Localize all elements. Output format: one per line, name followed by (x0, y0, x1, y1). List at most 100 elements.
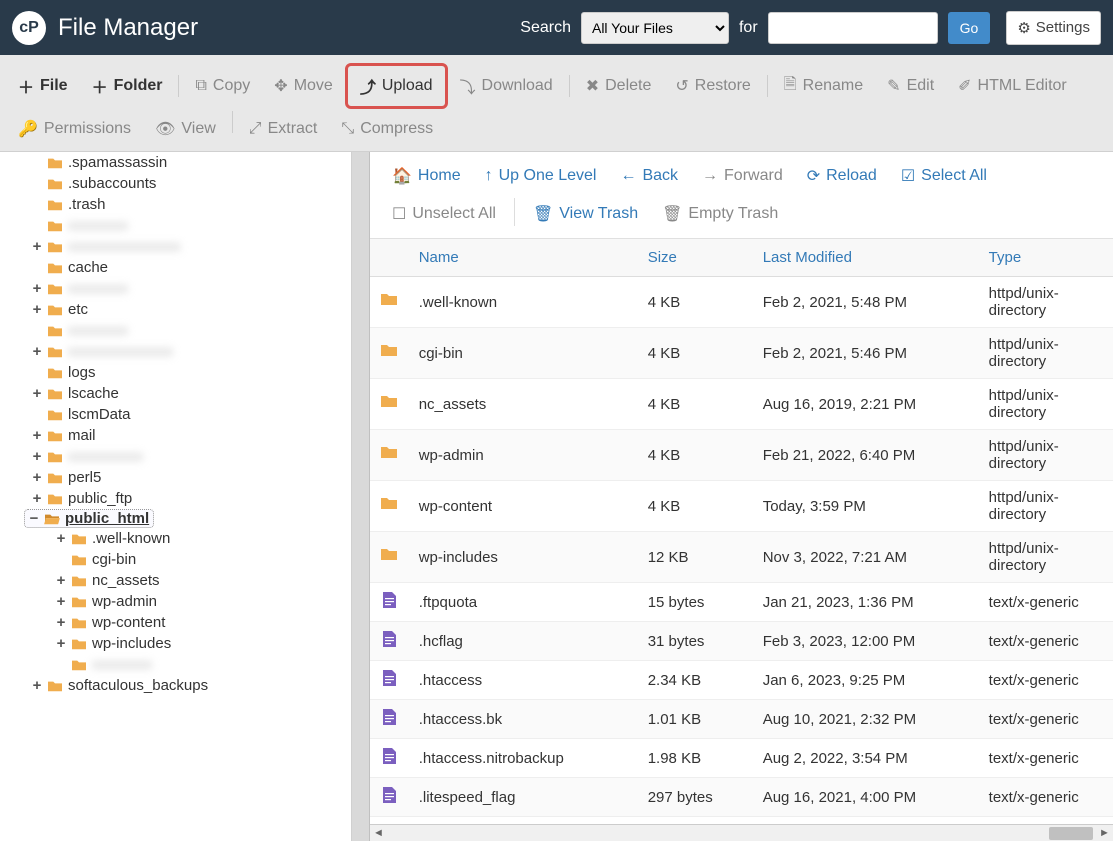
reload-button[interactable]: ⟳Reload (795, 160, 889, 192)
table-row[interactable]: .htaccess 2.34 KB Jan 6, 2023, 9:25 PM t… (370, 661, 1113, 700)
table-row[interactable]: nc_assets 4 KB Aug 16, 2019, 2:21 PM htt… (370, 379, 1113, 430)
new-folder-button[interactable]: ＋Folder (80, 66, 175, 106)
tree-item-xxxxxxxxxxxxxx[interactable]: +xxxxxxxxxxxxxx (24, 341, 351, 362)
expand-icon: ⤢ (249, 120, 262, 138)
tree-item-lscmdata[interactable]: lscmData (38, 404, 351, 425)
edit-button[interactable]: ✎Edit (875, 68, 946, 104)
tree-item-softaculous-backups[interactable]: +softaculous_backups (24, 675, 351, 696)
back-button[interactable]: ←Back (608, 161, 690, 191)
tree-item--subaccounts[interactable]: .subaccounts (38, 173, 351, 194)
tree-item--well-known[interactable]: +.well-known (48, 528, 351, 549)
up-one-level-button[interactable]: ↑Up One Level (473, 161, 609, 191)
col-type[interactable]: Type (981, 239, 1113, 277)
tree-item-cgi-bin[interactable]: cgi-bin (62, 549, 351, 570)
plus-icon[interactable]: + (54, 530, 68, 547)
view-trash-button[interactable]: 🗑View Trash (521, 198, 650, 230)
search-scope-select[interactable]: All Your Files (581, 12, 729, 44)
unselect-all-button[interactable]: ☐Unselect All (380, 198, 508, 230)
extract-button[interactable]: ⤢Extract (237, 111, 330, 147)
table-row[interactable]: wp-admin 4 KB Feb 21, 2022, 6:40 PM http… (370, 430, 1113, 481)
plus-icon[interactable]: + (30, 427, 44, 444)
forward-button[interactable]: →Forward (690, 161, 795, 191)
table-row[interactable]: .htaccess.bk 1.01 KB Aug 10, 2021, 2:32 … (370, 700, 1113, 739)
minus-icon[interactable]: − (27, 510, 41, 527)
new-file-button[interactable]: ＋File (6, 66, 80, 106)
tree-item-public-html[interactable]: −public_html (24, 509, 154, 528)
view-button[interactable]: 👁View (143, 111, 228, 147)
tree-item-perl5[interactable]: +perl5 (24, 467, 351, 488)
tree-item-logs[interactable]: logs (38, 362, 351, 383)
plus-icon[interactable]: + (54, 635, 68, 652)
tree-item-lscache[interactable]: +lscache (24, 383, 351, 404)
col-modified[interactable]: Last Modified (755, 239, 981, 277)
plus-icon[interactable]: + (54, 572, 68, 589)
table-row[interactable]: .hcflag 31 bytes Feb 3, 2023, 12:00 PM t… (370, 622, 1113, 661)
cell-type: httpd/unix-directory (981, 277, 1113, 328)
tree-item-xxxxxxxxxxxxxxx[interactable]: +xxxxxxxxxxxxxxx (24, 236, 351, 257)
tree-item-wp-admin[interactable]: +wp-admin (48, 591, 351, 612)
html-editor-button[interactable]: ✐HTML Editor (946, 68, 1079, 104)
tree-item-etc[interactable]: +etc (24, 299, 351, 320)
move-button[interactable]: ✥Move (262, 68, 345, 104)
tree-item--trash[interactable]: .trash (38, 194, 351, 215)
col-icon[interactable] (370, 239, 411, 277)
scroll-left-arrow-icon[interactable]: ◄ (370, 825, 387, 841)
plus-icon[interactable]: + (30, 490, 44, 507)
col-size[interactable]: Size (640, 239, 755, 277)
cell-modified: Mar 8, 2022, 7:17 AM (755, 817, 981, 825)
delete-button[interactable]: ✖Delete (574, 68, 664, 104)
tree-item-cache[interactable]: cache (38, 257, 351, 278)
tree-item-nc-assets[interactable]: +nc_assets (48, 570, 351, 591)
tree-item-xxxxxxxxxx[interactable]: +xxxxxxxxxx (24, 446, 351, 467)
tree-item-xxxxxxxx[interactable]: xxxxxxxx (38, 215, 351, 236)
plus-icon[interactable]: + (30, 385, 44, 402)
download-button[interactable]: ⤵Download (448, 66, 565, 106)
table-row[interactable]: .ftpquota 15 bytes Jan 21, 2023, 1:36 PM… (370, 583, 1113, 622)
plus-icon[interactable]: + (54, 593, 68, 610)
col-name[interactable]: Name (411, 239, 640, 277)
table-row[interactable]: wp-includes 12 KB Nov 3, 2022, 7:21 AM h… (370, 532, 1113, 583)
tree-item-xxxxxxxx[interactable]: xxxxxxxx (38, 320, 351, 341)
tree-item-xxxxxxxx[interactable]: +xxxxxxxx (24, 278, 351, 299)
scroll-right-arrow-icon[interactable]: ► (1096, 825, 1113, 841)
cell-type: httpd/unix-directory (981, 430, 1113, 481)
tree-item-wp-content[interactable]: +wp-content (48, 612, 351, 633)
go-button[interactable]: Go (948, 12, 991, 44)
plus-icon[interactable]: + (30, 469, 44, 486)
tree-item-wp-includes[interactable]: +wp-includes (48, 633, 351, 654)
horizontal-scrollbar[interactable]: ◄ ► (370, 824, 1113, 841)
tree-item-public-ftp[interactable]: +public_ftp (24, 488, 351, 509)
plus-icon[interactable]: + (30, 448, 44, 465)
home-button[interactable]: 🏠Home (380, 160, 473, 192)
permissions-button[interactable]: 🔑Permissions (6, 111, 143, 147)
plus-icon: ＋ (92, 74, 108, 98)
tree-item--spamassassin[interactable]: .spamassassin (38, 152, 351, 173)
table-row[interactable]: .litespeed_flag 297 bytes Aug 16, 2021, … (370, 778, 1113, 817)
table-row[interactable]: .well-known 4 KB Feb 2, 2021, 5:48 PM ht… (370, 277, 1113, 328)
compress-button[interactable]: ⤡Compress (329, 111, 445, 147)
table-row[interactable]: cgi-bin 4 KB Feb 2, 2021, 5:46 PM httpd/… (370, 328, 1113, 379)
restore-button[interactable]: ↺Restore (663, 68, 762, 104)
close-icon: ✖ (586, 76, 599, 96)
scroll-thumb[interactable] (1049, 827, 1093, 840)
copy-icon: ⧉ (195, 77, 206, 95)
table-row[interactable]: wp-content 4 KB Today, 3:59 PM httpd/uni… (370, 481, 1113, 532)
settings-button[interactable]: ⚙ Settings (1006, 11, 1101, 45)
plus-icon[interactable]: + (30, 280, 44, 297)
upload-button[interactable]: ⤴Upload (345, 63, 448, 109)
search-input[interactable] (768, 12, 938, 44)
plus-icon[interactable]: + (30, 238, 44, 255)
empty-trash-button[interactable]: 🗑Empty Trash (650, 198, 790, 230)
panel-divider[interactable] (352, 152, 370, 841)
plus-icon[interactable]: + (30, 677, 44, 694)
plus-icon[interactable]: + (30, 343, 44, 360)
table-row[interactable]: .htaccess.nitrobackup 1.98 KB Aug 2, 202… (370, 739, 1113, 778)
tree-item-mail[interactable]: +mail (24, 425, 351, 446)
rename-button[interactable]: 🗎Rename (772, 65, 875, 108)
plus-icon[interactable]: + (54, 614, 68, 631)
select-all-button[interactable]: ☑Select All (889, 160, 999, 192)
table-row[interactable]: bv_connector_08620ed0b7e5327e48048483c5f… (370, 817, 1113, 825)
tree-item-xxxxxxxx[interactable]: xxxxxxxx (62, 654, 351, 675)
plus-icon[interactable]: + (30, 301, 44, 318)
copy-button[interactable]: ⧉Copy (183, 69, 262, 103)
